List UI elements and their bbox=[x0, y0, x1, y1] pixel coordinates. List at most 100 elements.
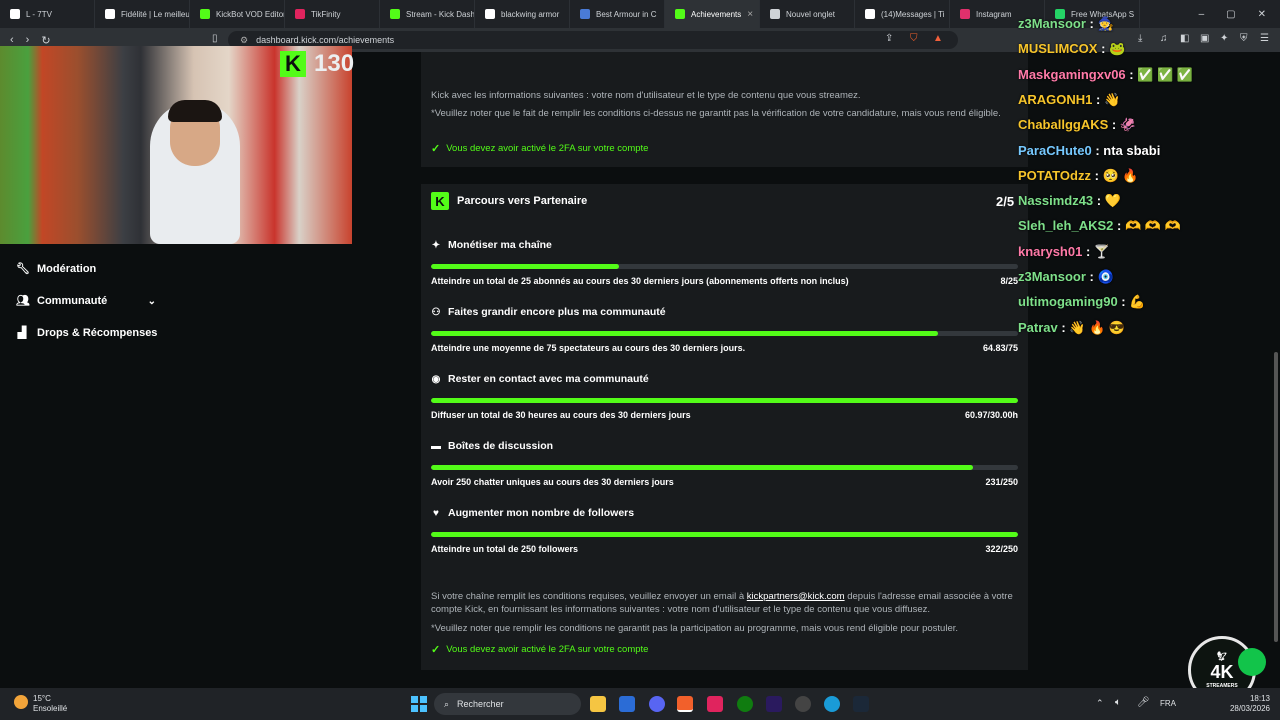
chat-separator: : bbox=[1057, 319, 1070, 335]
minimize-icon[interactable]: – bbox=[1199, 9, 1205, 20]
chat-message: ARAGONH1 : 👋 bbox=[1018, 92, 1120, 108]
back-icon[interactable]: ‹ bbox=[10, 34, 14, 47]
browser-tab[interactable]: Nouvel onglet bbox=[760, 0, 855, 28]
tikfinity-icon[interactable] bbox=[707, 696, 723, 712]
weather-icon[interactable] bbox=[14, 695, 28, 709]
achievement-title-label: Faites grandir encore plus ma communauté bbox=[448, 306, 666, 318]
chat-separator: : bbox=[1091, 142, 1104, 158]
sidebar-item-community[interactable]: 👥︎ Communauté ⌄ bbox=[16, 295, 156, 307]
tab-label: KickBot VOD Editor bbox=[216, 9, 285, 19]
logo-text: 4K bbox=[1210, 662, 1234, 682]
tab-favicon-icon bbox=[675, 9, 685, 19]
chat-text: 🥺 🔥 bbox=[1102, 167, 1139, 183]
mic-icon[interactable]: 🎤︎ bbox=[1137, 697, 1150, 708]
browser-tab[interactable]: (14)Messages | Ti bbox=[855, 0, 950, 28]
volume-icon[interactable]: 🔈︎ bbox=[1115, 697, 1121, 708]
tab-label: Nouvel onglet bbox=[786, 9, 835, 19]
sidebar-toggle-icon[interactable]: ◧ bbox=[1180, 33, 1189, 44]
progress-fill bbox=[431, 264, 619, 269]
file-explorer-icon[interactable] bbox=[590, 696, 606, 712]
sparkle-icon: ✦ bbox=[431, 239, 441, 251]
sidebar-item-drops[interactable]: ▟ Drops & Récompenses bbox=[16, 327, 158, 339]
requirement-text: Diffuser un total de 30 heures au cours … bbox=[431, 410, 691, 420]
whatsapp-bubble-icon[interactable] bbox=[1238, 648, 1266, 676]
achievement-progress-bar bbox=[431, 532, 1018, 537]
browser-tab[interactable]: L - 7TV bbox=[0, 0, 95, 28]
language-indicator[interactable]: FRA bbox=[1160, 699, 1176, 708]
chat-message: knarysh01 : 🍸 bbox=[1018, 244, 1110, 260]
achievement-requirement: Atteindre un total de 250 followers 322/2… bbox=[431, 544, 1018, 554]
browser-tab[interactable]: Achievements × bbox=[665, 0, 760, 28]
chat-text: ✅ ✅ ✅ bbox=[1137, 66, 1194, 82]
menu-icon[interactable]: ☰ bbox=[1260, 33, 1269, 44]
maximize-icon[interactable]: ▢ bbox=[1226, 9, 1235, 20]
progress-fill bbox=[431, 331, 939, 336]
discord-icon[interactable] bbox=[649, 696, 665, 712]
wallet-icon[interactable]: ▣ bbox=[1200, 33, 1209, 44]
weather-widget[interactable]: 15°C Ensoleillé bbox=[33, 694, 67, 714]
chat-username: Maskgamingxv06 bbox=[1018, 66, 1126, 82]
windows-taskbar: 15°C Ensoleillé ⌕ Rechercher ⌃ 🔈︎ 🎤︎ FRA… bbox=[0, 688, 1280, 720]
achievement-title: ⚇ Faites grandir encore plus ma communaut… bbox=[431, 306, 666, 318]
search-placeholder: Rechercher bbox=[457, 699, 504, 709]
weather-temp: 15°C bbox=[33, 694, 51, 703]
close-tab-icon[interactable]: × bbox=[747, 9, 753, 20]
close-window-icon[interactable]: ✕ bbox=[1258, 9, 1266, 20]
partner-footer-text: Si votre chaîne remplit les conditions r… bbox=[431, 590, 1021, 616]
obs-icon[interactable] bbox=[795, 696, 811, 712]
mail-icon[interactable] bbox=[619, 696, 635, 712]
start-button-icon[interactable] bbox=[411, 696, 427, 712]
footer-text-pre: Si votre chaîne remplit les conditions r… bbox=[431, 591, 747, 602]
chat-username: ChaballggAKS bbox=[1018, 117, 1109, 133]
premiere-icon[interactable] bbox=[766, 696, 782, 712]
achievement-progress-bar bbox=[431, 264, 1018, 269]
tray-overflow-icon[interactable]: ⌃ bbox=[1096, 698, 1104, 709]
chat-text: 💪 bbox=[1129, 294, 1146, 310]
bookmark-icon[interactable]: ▯ bbox=[212, 33, 218, 44]
chat-separator: : bbox=[1108, 117, 1120, 133]
vpn-icon[interactable]: ⛨ bbox=[1240, 33, 1248, 44]
progress-fill bbox=[431, 398, 1018, 403]
browser-tab[interactable]: TikFinity bbox=[285, 0, 380, 28]
clock[interactable]: 18:13 28/03/2026 bbox=[1220, 694, 1270, 714]
chat-text: 🧙 bbox=[1097, 16, 1114, 31]
requirement-value: 8/25 bbox=[1000, 276, 1018, 286]
browser-tab[interactable]: Fidélité | Le meilleur bbox=[95, 0, 190, 28]
edge-icon[interactable] bbox=[824, 696, 840, 712]
achievement-progress-bar bbox=[431, 465, 1018, 470]
site-info-icon[interactable]: ⚙ bbox=[240, 35, 248, 46]
taskbar-search[interactable]: ⌕ Rechercher bbox=[434, 693, 581, 715]
tab-label: Achievements bbox=[691, 9, 742, 19]
requirement-value: 231/250 bbox=[985, 477, 1018, 487]
browser-tab[interactable]: blackwing armor bbox=[475, 0, 570, 28]
rewards-icon[interactable]: ▲ bbox=[933, 33, 943, 44]
chat-username: Sleh_leh_AKS2 bbox=[1018, 218, 1114, 234]
browser-tab[interactable]: KickBot VOD Editor bbox=[190, 0, 285, 28]
forward-icon[interactable]: › bbox=[26, 34, 30, 47]
browser-tab[interactable]: Stream - Kick Dash bbox=[380, 0, 475, 28]
downloads-icon[interactable]: ⤓ bbox=[1138, 33, 1142, 44]
steam-icon[interactable] bbox=[853, 696, 869, 712]
reload-icon[interactable]: ↻ bbox=[41, 34, 50, 47]
chat-separator: : bbox=[1093, 193, 1105, 209]
requirement-2fa: ✓ Vous devez avoir activé le 2FA sur vot… bbox=[431, 142, 648, 155]
sidebar-item-moderation[interactable]: 🔧︎ Modération bbox=[16, 263, 96, 275]
browser-tab[interactable]: Best Armour in C bbox=[570, 0, 665, 28]
brave-shield-icon[interactable]: ⛉ bbox=[910, 33, 918, 44]
leo-icon[interactable]: ✦ bbox=[1220, 33, 1228, 44]
share-icon[interactable]: ⇪ bbox=[885, 33, 893, 44]
chat-message: Patrav : 👋 🔥 😎 bbox=[1018, 320, 1125, 336]
brave-icon[interactable] bbox=[677, 696, 693, 712]
progress-fill bbox=[431, 532, 1018, 537]
chat-text: 👋 bbox=[1103, 91, 1121, 107]
partner-header: K Parcours vers Partenaire bbox=[431, 192, 587, 210]
partner-email-link[interactable]: kickpartners@kick.com bbox=[747, 591, 845, 602]
kick-logo-icon: K bbox=[431, 192, 449, 210]
achievement-requirement: Diffuser un total de 30 heures au cours … bbox=[431, 410, 1018, 420]
progress-fill bbox=[431, 465, 974, 470]
page-scrollbar[interactable] bbox=[1274, 352, 1278, 642]
music-icon[interactable]: ♫ bbox=[1160, 33, 1168, 44]
chat-text: 🦑 bbox=[1119, 117, 1137, 133]
xbox-icon[interactable] bbox=[737, 696, 753, 712]
chat-username: ARAGONH1 bbox=[1018, 91, 1093, 107]
